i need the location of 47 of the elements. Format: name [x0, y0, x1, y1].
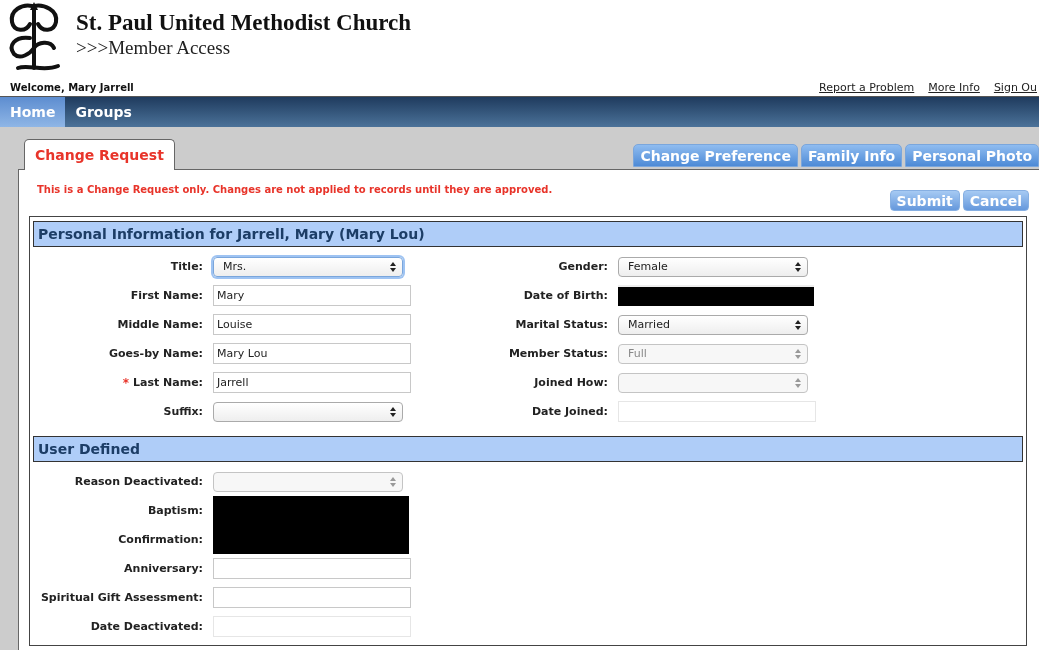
- nav-tab[interactable]: Groups: [65, 97, 142, 127]
- dropdown[interactable]: Mrs.: [213, 256, 403, 277]
- field-label: Date of Birth:: [523, 289, 608, 302]
- input-field[interactable]: Mary Lou: [213, 343, 411, 364]
- field-label: Date Deactivated:: [90, 620, 203, 633]
- site-title: St. Paul United Methodist Church: [76, 10, 412, 36]
- field-label: Goes-by Name:: [109, 347, 203, 360]
- dropdown-arrows-icon: [795, 348, 801, 359]
- dropdown[interactable]: Female: [618, 256, 808, 277]
- dropdown-arrows-icon: [390, 406, 396, 417]
- dropdown[interactable]: [213, 401, 403, 422]
- input-field[interactable]: Jarrell: [213, 372, 411, 393]
- field-label: Suffix:: [163, 405, 203, 418]
- header-link[interactable]: Sign Ou: [993, 80, 1037, 94]
- field-label: Member Status:: [508, 347, 608, 360]
- field-label: Joined How:: [534, 376, 608, 389]
- field-label: Last Name:: [132, 376, 203, 389]
- dropdown-arrows-icon: [390, 476, 396, 487]
- header-link[interactable]: More Info: [928, 80, 980, 94]
- dropdown-arrows-icon: [795, 319, 801, 330]
- field-label: Marital Status:: [515, 318, 608, 331]
- field-label: Date Joined:: [531, 405, 608, 418]
- site-subtitle: >>>Member Access: [76, 36, 232, 60]
- field-label: First Name:: [130, 289, 203, 302]
- input-field[interactable]: [213, 587, 411, 608]
- dropdown-arrows-icon: [795, 261, 801, 272]
- required-mark: *: [122, 375, 129, 390]
- welcome-text: Welcome, Mary Jarrell: [10, 81, 134, 93]
- field-label: Gender:: [558, 260, 608, 273]
- notice-text: This is a Change Request only. Changes are not applied to records until they are approved.: [37, 184, 553, 195]
- page-tab[interactable]: Change Request: [24, 139, 175, 170]
- input-field[interactable]: [213, 558, 411, 579]
- header-link[interactable]: Report a Problem: [819, 80, 915, 94]
- field-label: Confirmation:: [118, 533, 203, 546]
- field-label: Anniversary:: [124, 562, 203, 575]
- field-label: Title:: [170, 260, 203, 273]
- field-label: Reason Deactivated:: [74, 475, 203, 488]
- dropdown-arrows-icon: [390, 261, 396, 272]
- field-label: Baptism:: [147, 504, 203, 517]
- field-label: Spiritual Gift Assessment:: [40, 591, 203, 604]
- section-header: Personal Information for Jarrell, Mary (Mary Lou): [33, 221, 1023, 247]
- dropdown[interactable]: Married: [618, 314, 808, 335]
- input-field[interactable]: Louise: [213, 314, 411, 335]
- section-header: User Defined: [33, 436, 1023, 462]
- field-label: Middle Name:: [117, 318, 203, 331]
- dropdown-arrows-icon: [795, 377, 801, 388]
- input-field[interactable]: Mary: [213, 285, 411, 306]
